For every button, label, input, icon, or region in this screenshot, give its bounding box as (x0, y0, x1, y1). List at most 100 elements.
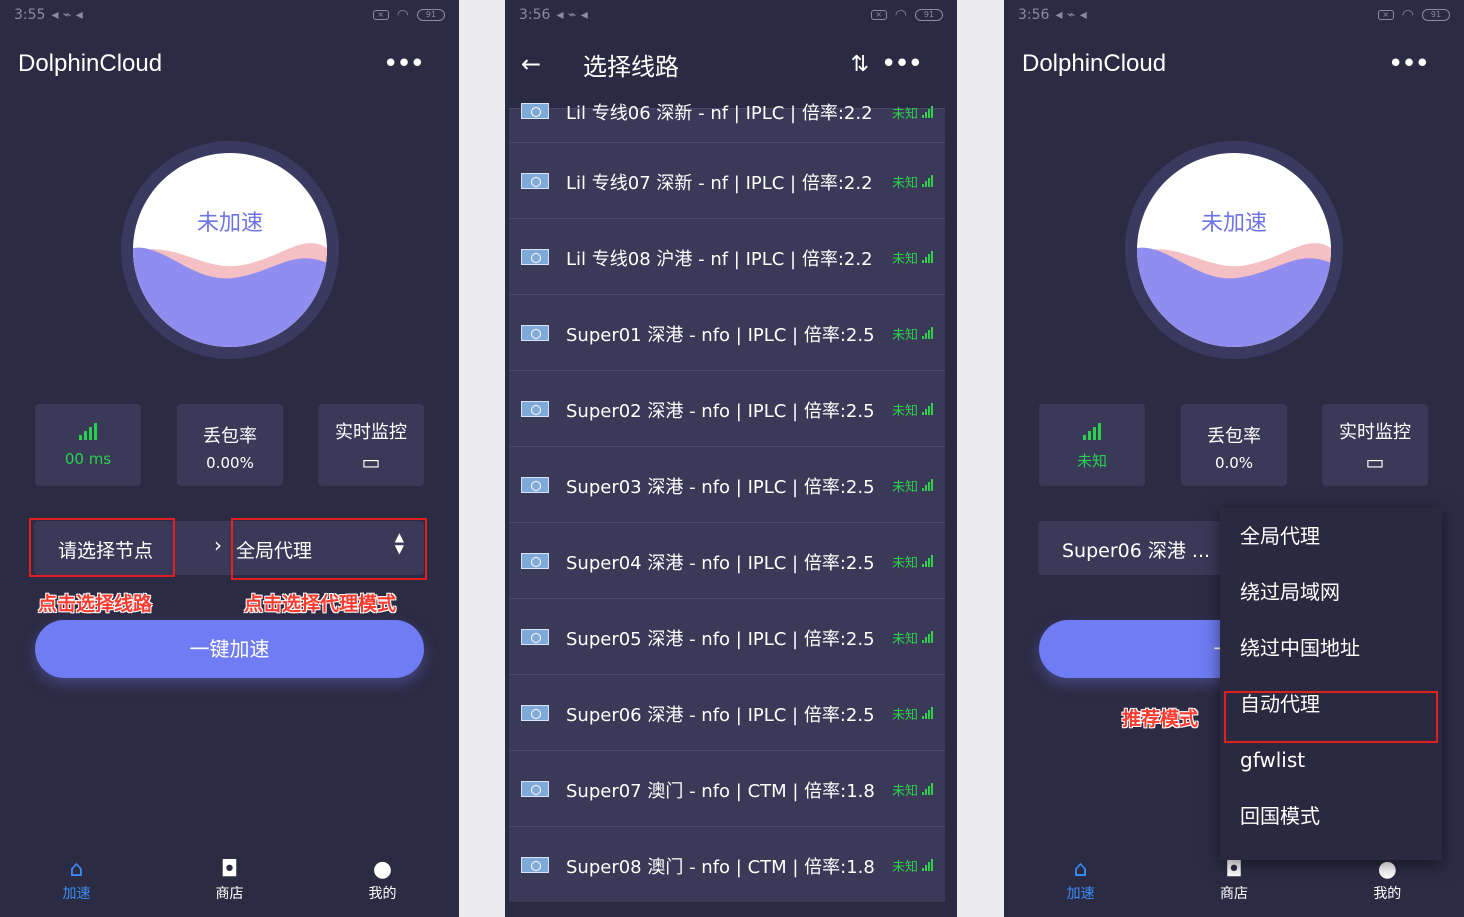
monitor-label: 实时监控 (335, 422, 407, 443)
un-flag-icon (521, 705, 549, 721)
annotation-mode: 点击选择代理模式 (244, 593, 397, 615)
packet-loss-value: 0.0% (1214, 454, 1254, 472)
telegram-icon: ◂ ⌁ ◂ (51, 7, 83, 23)
menu-item-return-china[interactable]: 回国模式 (1220, 788, 1442, 844)
phone-screen-node-list: 3:56 ◂ ⌁ ◂ × ◠ 91 ← 选择线路 ⇅ ••• Lil 专线06 深新 … (505, 0, 957, 917)
signal-icon (922, 403, 933, 415)
list-item[interactable]: Lil 专线07 深新 - nf | IPLC | 倍率:2.2 未知 (509, 142, 945, 218)
more-icon[interactable]: ••• (383, 51, 441, 77)
battery-icon: 91 (417, 9, 445, 21)
signal-icon (1083, 422, 1101, 440)
menu-item-global[interactable]: 全局代理 (1220, 508, 1442, 564)
node-selector[interactable]: Super06 深港 ... (1062, 536, 1210, 563)
chevron-right-icon: › (214, 533, 222, 557)
nav-shop-label: 商店 (1219, 886, 1248, 902)
monitor-icon: ▭ (1365, 450, 1385, 474)
list-item[interactable]: Super04 深港 - nfo | IPLC | 倍率:2.5 未知 (509, 522, 945, 598)
signal-icon (922, 631, 933, 643)
speed-gauge[interactable]: 未加速 (121, 141, 339, 359)
highlight-mode (231, 518, 427, 580)
home-icon: ⌂ (1073, 857, 1088, 882)
status-time: 3:55 (14, 7, 46, 23)
packet-loss-value: 0.00% (206, 454, 254, 472)
signal-icon (922, 106, 933, 118)
battery-icon: 91 (1422, 9, 1450, 21)
app-title: DolphinCloud (18, 50, 163, 77)
shopping-bag-icon: ◘ (1225, 857, 1243, 882)
phone-screen-mode-menu: 3:56 ◂ ⌁ ◂ × ◠ 91 DolphinCloud ••• 未加速 未知 丢… (1004, 0, 1464, 917)
list-item[interactable]: Super08 澳门 - nfo | CTM | 倍率:1.8 未知 (509, 826, 945, 902)
proxy-mode-menu: 全局代理 绕过局域网 绕过中国地址 自动代理 gfwlist 回国模式 (1220, 508, 1442, 860)
phone-screen-home: 3:55 ◂ ⌁ ◂ × ◠ 91 DolphinCloud ••• 未加速 00 m… (0, 0, 459, 917)
signal-icon (922, 251, 933, 263)
shopping-bag-icon: ◘ (220, 857, 239, 882)
list-item[interactable]: Lil 专线08 沪港 - nf | IPLC | 倍率:2.2 未知 (509, 218, 945, 294)
nav-mine-label: 我的 (1373, 886, 1402, 902)
signal-icon (922, 783, 933, 795)
monitor-card[interactable]: 实时监控 ▭ (1322, 404, 1428, 486)
nav-shop-label: 商店 (215, 886, 244, 902)
speed-gauge[interactable]: 未加速 (1125, 141, 1343, 359)
un-flag-icon (521, 173, 549, 189)
more-icon[interactable]: ••• (1388, 51, 1446, 77)
signal-icon (922, 327, 933, 339)
sort-icon[interactable]: ⇅ (851, 52, 869, 77)
packet-loss-card: 丢包率 0.0% (1181, 404, 1287, 486)
list-item[interactable]: Super06 深港 - nfo | IPLC | 倍率:2.5 未知 (509, 674, 945, 750)
status-bar: 3:56 ◂ ⌁ ◂ × ◠ 91 (1004, 0, 1464, 30)
wifi-icon: ◠ (396, 7, 409, 23)
highlight-node (29, 518, 175, 577)
packet-loss-card: 丢包率 0.00% (177, 404, 283, 486)
gauge-face: 未加速 (1137, 153, 1331, 347)
list-item[interactable]: Super01 深港 - nfo | IPLC | 倍率:2.5 未知 (509, 294, 945, 370)
nav-shop[interactable]: ◘ 商店 (180, 849, 280, 917)
telegram-icon: ◂ ⌁ ◂ (556, 7, 588, 23)
monitor-card[interactable]: 实时监控 ▭ (318, 404, 424, 486)
list-item[interactable]: Super05 深港 - nfo | IPLC | 倍率:2.5 未知 (509, 598, 945, 674)
gauge-face: 未加速 (133, 153, 327, 347)
status-bar: 3:55 ◂ ⌁ ◂ × ◠ 91 (0, 0, 459, 30)
un-flag-icon (521, 553, 549, 569)
gauge-status: 未加速 (1200, 211, 1267, 236)
wave-graphic (133, 243, 327, 347)
sim-icon: × (870, 10, 887, 20)
nav-mine[interactable]: ● 我的 (333, 849, 433, 917)
packet-loss-label: 丢包率 (1207, 426, 1261, 447)
nav-speed-label: 加速 (62, 886, 91, 902)
signal-icon (79, 422, 97, 440)
menu-item-bypass-china[interactable]: 绕过中国地址 (1220, 620, 1442, 676)
sim-icon: × (1377, 10, 1394, 20)
list-item[interactable]: Super07 澳门 - nfo | CTM | 倍率:1.8 未知 (509, 750, 945, 826)
nav-speed-label: 加速 (1066, 886, 1095, 902)
signal-icon (922, 859, 933, 871)
back-arrow-icon[interactable]: ← (521, 50, 541, 78)
app-bar: DolphinCloud ••• (0, 36, 459, 92)
accelerate-button[interactable]: 一键加速 (35, 620, 424, 678)
packet-loss-label: 丢包率 (203, 426, 257, 447)
signal-icon (922, 555, 933, 567)
more-icon[interactable]: ••• (881, 51, 939, 77)
app-title: DolphinCloud (1022, 50, 1167, 77)
nav-speed[interactable]: ⌂ 加速 (1031, 849, 1131, 917)
status-bar: 3:56 ◂ ⌁ ◂ × ◠ 91 (505, 0, 957, 30)
battery-icon: 91 (915, 9, 943, 21)
un-flag-icon (521, 401, 549, 417)
home-icon: ⌂ (69, 857, 84, 882)
list-item[interactable]: Lil 专线06 深新 - nf | IPLC | 倍率:2.2 未知 (509, 103, 945, 142)
app-bar: ← 选择线路 ⇅ ••• (505, 36, 957, 92)
person-icon: ● (1377, 857, 1397, 882)
nav-speed[interactable]: ⌂ 加速 (27, 849, 127, 917)
list-item[interactable]: Super03 深港 - nfo | IPLC | 倍率:2.5 未知 (509, 446, 945, 522)
un-flag-icon (521, 857, 549, 873)
un-flag-icon (521, 325, 549, 341)
list-item[interactable]: Super02 深港 - nfo | IPLC | 倍率:2.5 未知 (509, 370, 945, 446)
wifi-icon: ◠ (894, 7, 907, 23)
highlight-auto-proxy (1224, 691, 1438, 743)
nav-mine-label: 我的 (368, 886, 397, 902)
status-time: 3:56 (519, 7, 551, 23)
menu-item-bypass-lan[interactable]: 绕过局域网 (1220, 564, 1442, 620)
node-list: Lil 专线06 深新 - nf | IPLC | 倍率:2.2 未知 Lil 专… (509, 103, 945, 902)
wifi-icon: ◠ (1401, 7, 1414, 23)
page-title: 选择线路 (583, 53, 679, 81)
latency-card: 00 ms (35, 404, 141, 486)
